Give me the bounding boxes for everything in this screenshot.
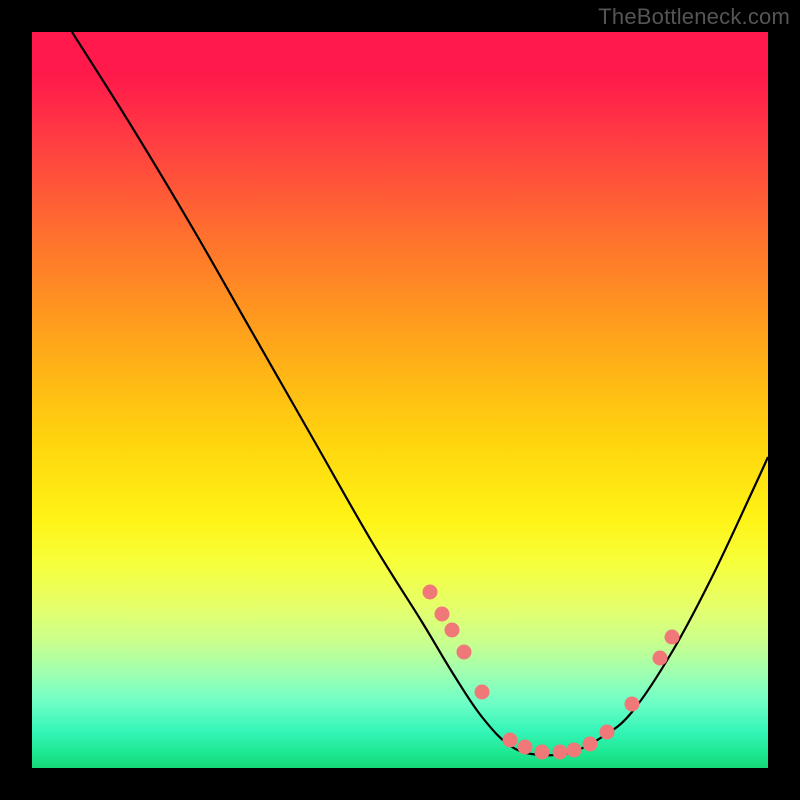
sample-marker (653, 651, 668, 666)
sample-marker (503, 733, 518, 748)
sample-marker (535, 745, 550, 760)
sample-marker (600, 725, 615, 740)
sample-marker (423, 585, 438, 600)
sample-marker (518, 740, 533, 755)
sample-marker (553, 745, 568, 760)
sample-marker (567, 743, 582, 758)
sample-markers (423, 585, 680, 760)
sample-marker (445, 623, 460, 638)
sample-marker (625, 697, 640, 712)
plot-area (32, 32, 768, 768)
watermark-text: TheBottleneck.com (598, 4, 790, 30)
sample-marker (665, 630, 680, 645)
sample-marker (435, 607, 450, 622)
sample-marker (475, 685, 490, 700)
chart-stage: TheBottleneck.com (0, 0, 800, 800)
sample-marker (583, 737, 598, 752)
curve-svg (32, 32, 768, 768)
sample-marker (457, 645, 472, 660)
bottleneck-curve (72, 32, 768, 755)
